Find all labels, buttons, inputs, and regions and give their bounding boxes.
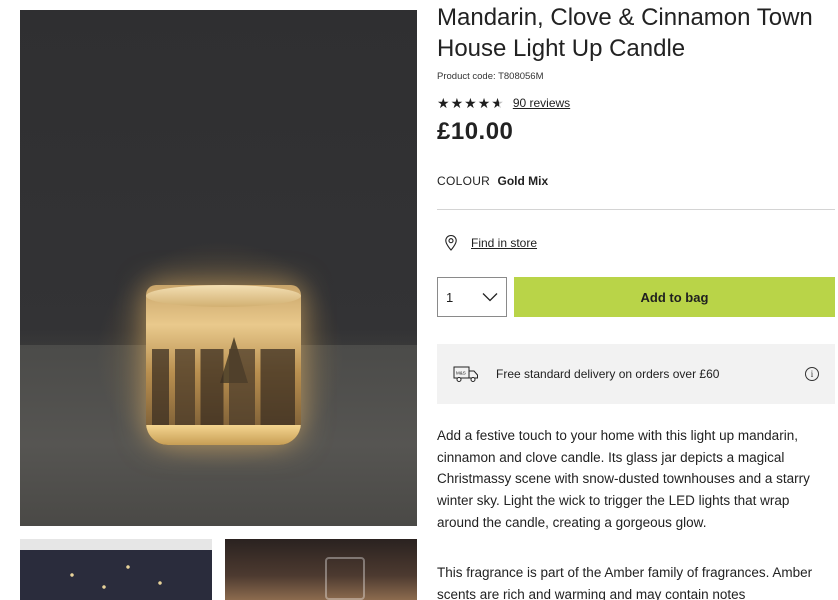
reviews-link[interactable]: 90 reviews (513, 96, 570, 110)
product-title: Mandarin, Clove & Cinnamon Town House Li… (437, 4, 813, 62)
product-price: £10.00 (437, 118, 514, 145)
colour-label: COLOUR (437, 174, 491, 188)
candle-base (146, 425, 301, 445)
chevron-down-icon (482, 293, 498, 302)
candle-jar (146, 285, 301, 445)
quantity-select[interactable]: 1 (437, 277, 507, 317)
find-in-store[interactable]: Find in store (443, 234, 537, 252)
product-code: Product code: T808056M (437, 71, 544, 82)
delivery-banner: M&S Free standard delivery on orders ove… (437, 344, 835, 404)
find-in-store-link[interactable]: Find in store (471, 236, 537, 250)
location-pin-icon (445, 234, 457, 251)
starry-pattern (40, 559, 200, 599)
product-description: Add a festive touch to your home with th… (437, 428, 810, 530)
half-star-icon: ★ (491, 95, 504, 111)
rating-stars: ★ ★ ★ ★ ★ (437, 96, 504, 110)
svg-text:M&S: M&S (456, 371, 466, 376)
star-icon: ★ (477, 95, 491, 111)
colour-selection: COLOUR Gold Mix (437, 174, 548, 188)
product-main-image[interactable] (20, 10, 417, 526)
candle-rim (146, 285, 301, 307)
thumbnail-image-2[interactable] (225, 539, 417, 600)
star-icon: ★ (450, 95, 464, 111)
delivery-text: Free standard delivery on orders over £6… (496, 367, 720, 381)
add-to-bag-button[interactable]: Add to bag (514, 277, 835, 317)
colour-value: Gold Mix (497, 174, 549, 188)
star-icon: ★ (464, 95, 477, 111)
divider (437, 209, 835, 210)
quantity-value: 1 (446, 289, 454, 305)
townhouse-scene (152, 349, 295, 427)
rating-row: ★ ★ ★ ★ ★ 90 reviews (437, 96, 570, 110)
star-icon: ★ (437, 95, 450, 111)
thumbnail-image-1[interactable] (20, 539, 212, 600)
delivery-van-icon: M&S (453, 366, 478, 382)
fragrance-description: This fragrance is part of the Amber fami… (437, 565, 813, 600)
info-icon[interactable]: i (805, 367, 819, 381)
glass-shape (325, 557, 365, 600)
